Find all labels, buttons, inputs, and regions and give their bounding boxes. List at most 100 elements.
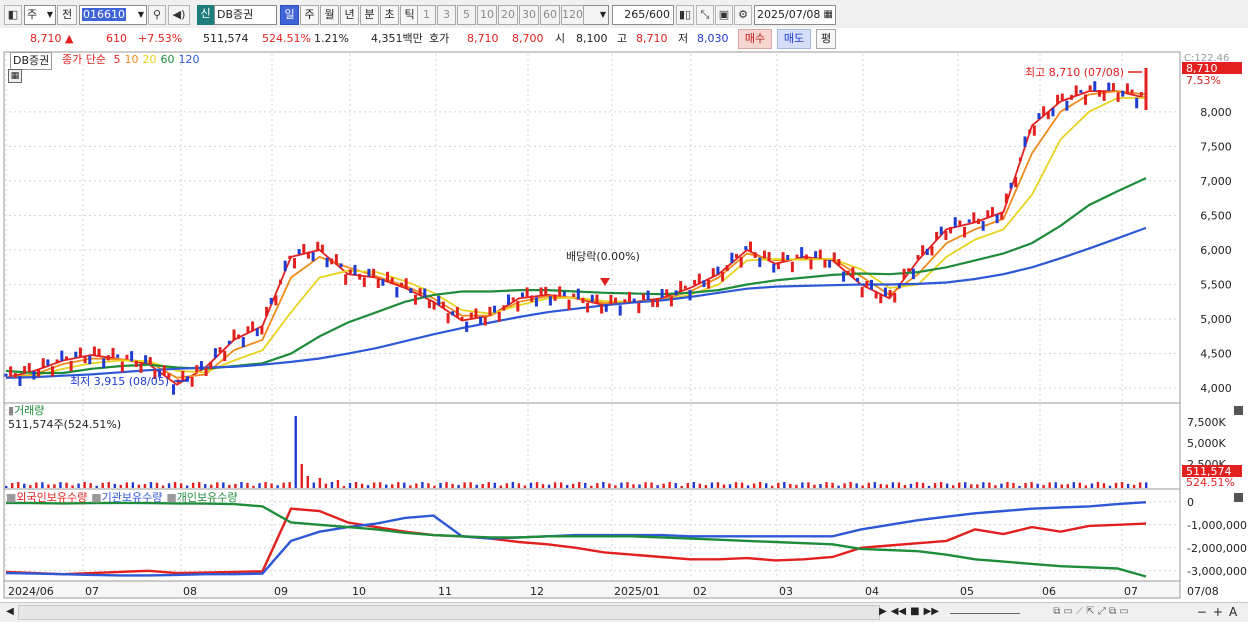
investor-legend-item-1[interactable]: ■기관보유수량	[91, 491, 162, 504]
scroll-left-icon[interactable]: ◀	[4, 605, 16, 620]
sell-button[interactable]: 매도	[777, 29, 811, 49]
prev-button[interactable]: 전	[57, 5, 77, 25]
candle	[828, 259, 832, 268]
search-icon[interactable]: ⚲	[148, 5, 166, 25]
candle	[1018, 157, 1022, 162]
candle	[265, 306, 269, 317]
ma-legend-5[interactable]: 5	[113, 53, 120, 66]
candle	[255, 328, 259, 337]
period-tab-5[interactable]: 초	[380, 5, 399, 25]
stock-chart[interactable]: 8,000 7,500 7,000 6,500 6,000 5,500 5,000 4,500…	[0, 50, 1248, 602]
stock-name-field[interactable]: DB증권	[214, 5, 277, 25]
candle	[921, 245, 925, 256]
save-icon[interactable]: ▣	[715, 5, 733, 25]
volume-bar	[1042, 485, 1045, 488]
candle-chart-icon[interactable]: ▮▯	[676, 5, 694, 25]
period-tab-0[interactable]: 일	[280, 5, 299, 25]
scroll-nav-button-0[interactable]: ▶	[879, 606, 887, 617]
ma-legend-120[interactable]: 120	[178, 53, 199, 66]
x-tick-label: 11	[438, 585, 452, 598]
drawing-tools[interactable]: ⧉ ▭ ⟋ ⇱ ⤢ ⧉ ▭	[1026, 605, 1156, 620]
volume-bar	[867, 482, 870, 488]
candle	[558, 286, 562, 297]
buy-button[interactable]: 매수	[738, 29, 772, 49]
drawing-tool-icon[interactable]: ⤡	[696, 5, 714, 25]
interval-tab-3[interactable]: 3	[437, 5, 456, 25]
scroll-nav-button-2[interactable]: ■	[910, 606, 919, 617]
candle	[516, 301, 520, 312]
volume-bar	[801, 482, 804, 488]
volume-bar	[771, 485, 774, 488]
interval-tab-10[interactable]: 10	[477, 5, 497, 25]
candle	[279, 279, 283, 285]
scroll-nav-button-1[interactable]: ◀◀	[891, 606, 906, 617]
count-field[interactable]: 265/600	[612, 5, 674, 25]
panel-close-icon[interactable]	[1234, 406, 1243, 415]
volume-bar	[204, 484, 207, 488]
volume-bar	[1018, 485, 1021, 488]
stock-code-input[interactable]: 016610 ▼	[79, 5, 147, 25]
investor-legend-item-0[interactable]: ■외국인보유수량	[6, 491, 87, 504]
period-select[interactable]: 주 ▼	[24, 5, 56, 25]
volume-bar	[837, 485, 840, 488]
candle	[1093, 81, 1097, 92]
ma-legend-20[interactable]: 20	[142, 53, 156, 66]
interval-tab-1[interactable]: 1	[417, 5, 436, 25]
volume-bar	[1066, 484, 1069, 488]
period-tab-2[interactable]: 월	[320, 5, 339, 25]
zoom-button-1[interactable]: +	[1213, 605, 1223, 619]
legend-label: 기관보유수량	[101, 491, 163, 504]
candle	[102, 358, 106, 369]
period-tab-4[interactable]: 분	[360, 5, 379, 25]
zoom-button-2[interactable]: A	[1229, 605, 1237, 619]
gear-icon[interactable]: ⚙	[734, 5, 752, 25]
scroll-nav-button-3[interactable]: ▶▶	[924, 606, 939, 617]
ma-legend-10[interactable]: 10	[124, 53, 138, 66]
candle	[753, 252, 757, 258]
volume-bar	[1132, 484, 1136, 488]
interval-tab-30[interactable]: 30	[519, 5, 539, 25]
candle	[251, 321, 255, 331]
eval-button[interactable]: 평	[816, 29, 836, 49]
current-price: 8,710 ▲	[30, 30, 73, 48]
candle	[511, 297, 515, 301]
investor-legend-item-2[interactable]: ■개인보유수량	[166, 491, 237, 504]
speaker-icon[interactable]: ◀)	[168, 5, 190, 25]
window-menu-icon[interactable]: ◧	[4, 5, 22, 25]
candle	[502, 305, 506, 311]
chart-scrollbar[interactable]: ◀ ▶ ◀◀ ■ ▶▶ ⧉ ▭ ⟋ ⇱ ⤢ ⧉ ▭ − + A	[0, 602, 1248, 622]
date-field[interactable]: 2025/07/08 ▦	[754, 5, 836, 25]
volume-bar	[83, 482, 86, 488]
volume-bar	[1078, 482, 1082, 488]
interval-tab-5[interactable]: 5	[457, 5, 476, 25]
stock-legend[interactable]: DB증권	[10, 52, 53, 70]
candle	[790, 261, 794, 273]
candle	[632, 298, 636, 303]
scroll-track[interactable]	[18, 605, 880, 620]
candle	[404, 278, 408, 289]
interval-tab-60[interactable]: 60	[540, 5, 560, 25]
candle	[851, 267, 855, 278]
interval-tab-120[interactable]: 120	[561, 5, 584, 25]
candle	[553, 294, 557, 301]
panel-close-icon[interactable]	[1234, 493, 1243, 502]
volume-bar	[765, 483, 768, 488]
volume-bar	[403, 482, 406, 488]
volume-bar	[107, 482, 110, 488]
calculator-icon[interactable]: ▦	[8, 69, 22, 83]
price-tick-label: 5,500	[1200, 279, 1232, 292]
candle	[1070, 94, 1074, 100]
x-axis-bar	[3, 580, 1181, 599]
volume-bar	[191, 482, 195, 488]
candle	[976, 218, 980, 225]
zoom-slider[interactable]	[950, 605, 1020, 614]
candle	[1009, 182, 1013, 189]
period-tab-3[interactable]: 년	[340, 5, 359, 25]
interval-tab-20[interactable]: 20	[498, 5, 518, 25]
volume-bar	[222, 482, 225, 488]
candle	[223, 350, 227, 362]
ma-legend-60[interactable]: 60	[160, 53, 174, 66]
zoom-button-0[interactable]: −	[1197, 605, 1207, 619]
period-tab-1[interactable]: 주	[300, 5, 319, 25]
candle	[1074, 85, 1078, 96]
